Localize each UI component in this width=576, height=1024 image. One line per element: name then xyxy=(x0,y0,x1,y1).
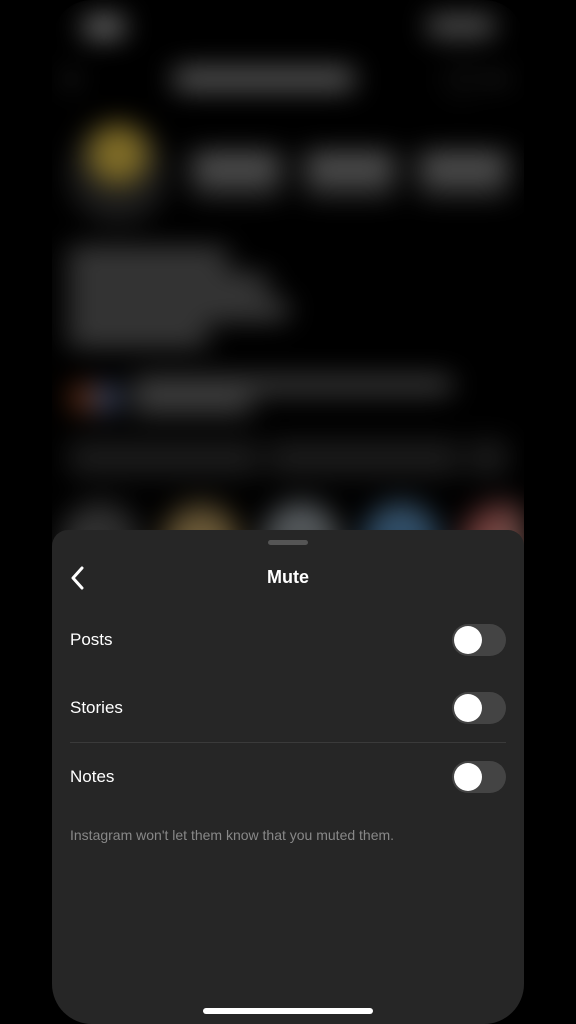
toggle-knob xyxy=(454,694,482,722)
profile-header xyxy=(52,44,524,114)
bio xyxy=(52,234,524,370)
sheet-title: Mute xyxy=(70,567,506,588)
message-button xyxy=(268,440,460,476)
mute-notes-toggle[interactable] xyxy=(452,761,506,793)
back-icon xyxy=(65,69,85,89)
sheet-back-button[interactable] xyxy=(70,566,84,590)
chevron-left-icon xyxy=(70,566,84,590)
sheet-footer-text: Instagram won't let them know that you m… xyxy=(52,811,524,859)
followed-by xyxy=(52,370,524,426)
mute-stories-label: Stories xyxy=(70,698,123,718)
stat-posts xyxy=(192,154,281,194)
notification-icon xyxy=(446,64,476,94)
toggle-knob xyxy=(454,763,482,791)
action-buttons xyxy=(52,426,524,490)
suggest-button xyxy=(468,440,508,476)
phone-frame: Mute Posts Stories Notes Instagram won't… xyxy=(52,0,524,1024)
mute-bottom-sheet: Mute Posts Stories Notes Instagram won't… xyxy=(52,530,524,1024)
mute-stories-row: Stories xyxy=(52,674,524,742)
stat-following xyxy=(419,154,508,194)
home-indicator[interactable] xyxy=(203,1008,373,1014)
mute-posts-toggle[interactable] xyxy=(452,624,506,656)
mute-posts-row: Posts xyxy=(52,606,524,674)
mute-notes-label: Notes xyxy=(70,767,114,787)
status-bar xyxy=(52,0,524,44)
more-icon xyxy=(488,76,508,82)
mute-posts-label: Posts xyxy=(70,630,113,650)
sheet-drag-handle[interactable] xyxy=(268,540,308,545)
following-button xyxy=(68,440,260,476)
stat-followers xyxy=(305,154,394,194)
mute-stories-toggle[interactable] xyxy=(452,692,506,724)
toggle-knob xyxy=(454,626,482,654)
mute-notes-row: Notes xyxy=(52,743,524,811)
avatar xyxy=(68,124,168,224)
sheet-header: Mute xyxy=(52,553,524,606)
username xyxy=(174,69,354,89)
profile-stats-row xyxy=(52,114,524,234)
